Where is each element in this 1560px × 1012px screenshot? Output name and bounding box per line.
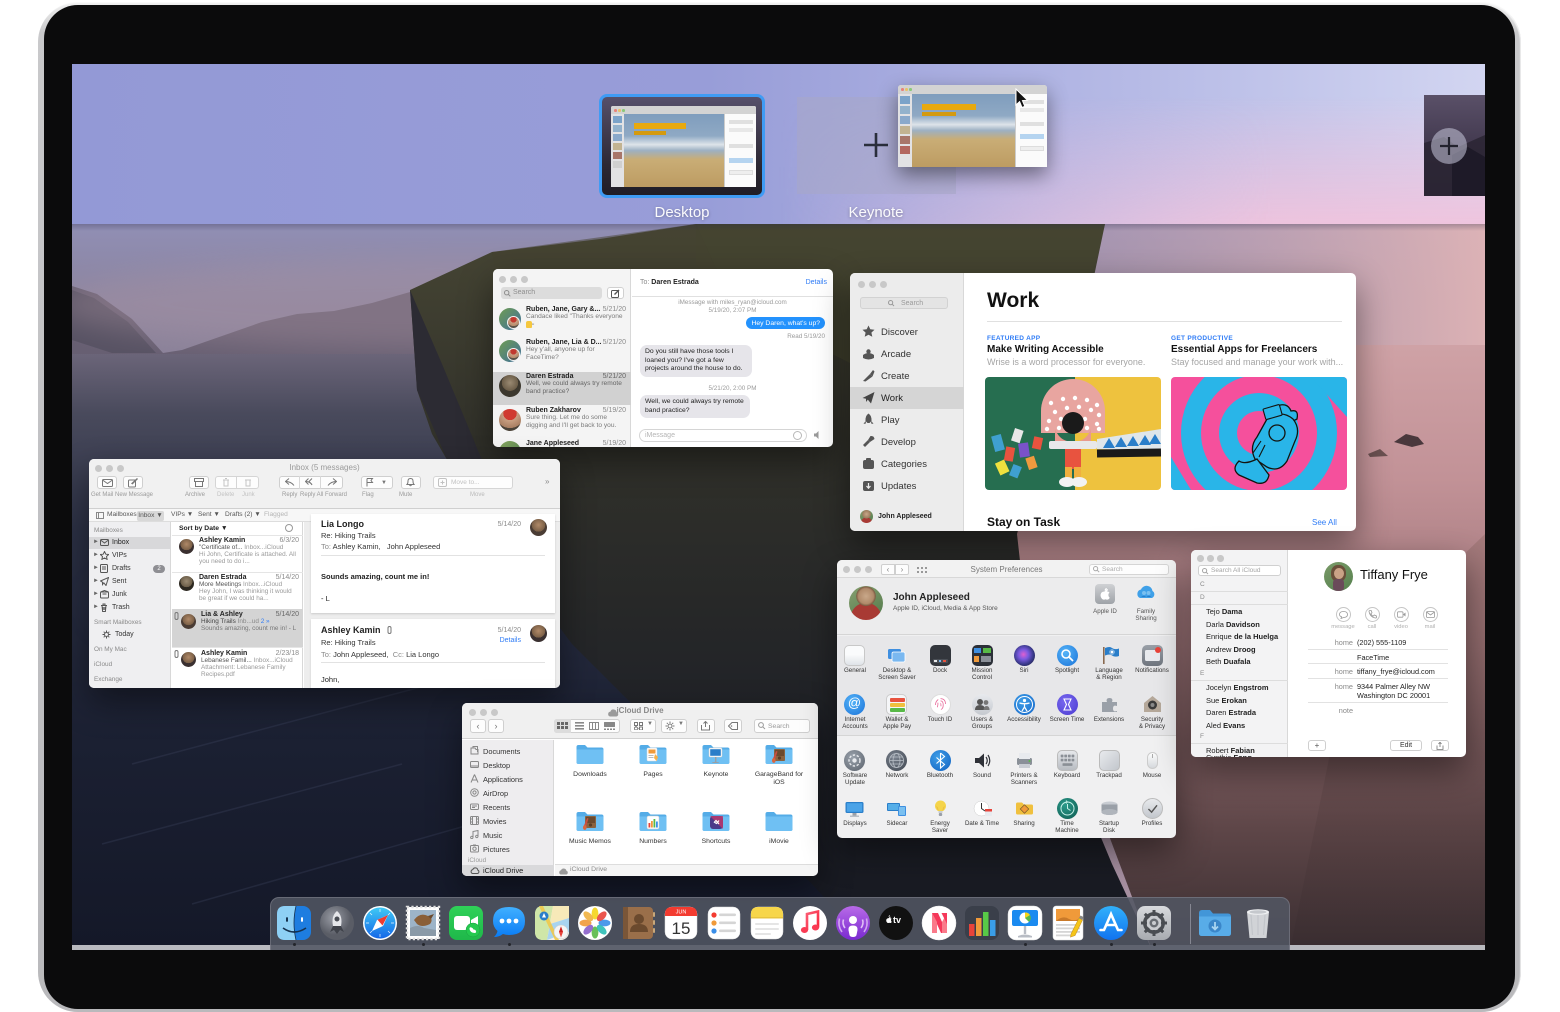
svg-text:15: 15 — [672, 919, 691, 938]
svg-text:tv: tv — [893, 915, 901, 925]
svg-text:JUN: JUN — [676, 910, 687, 916]
